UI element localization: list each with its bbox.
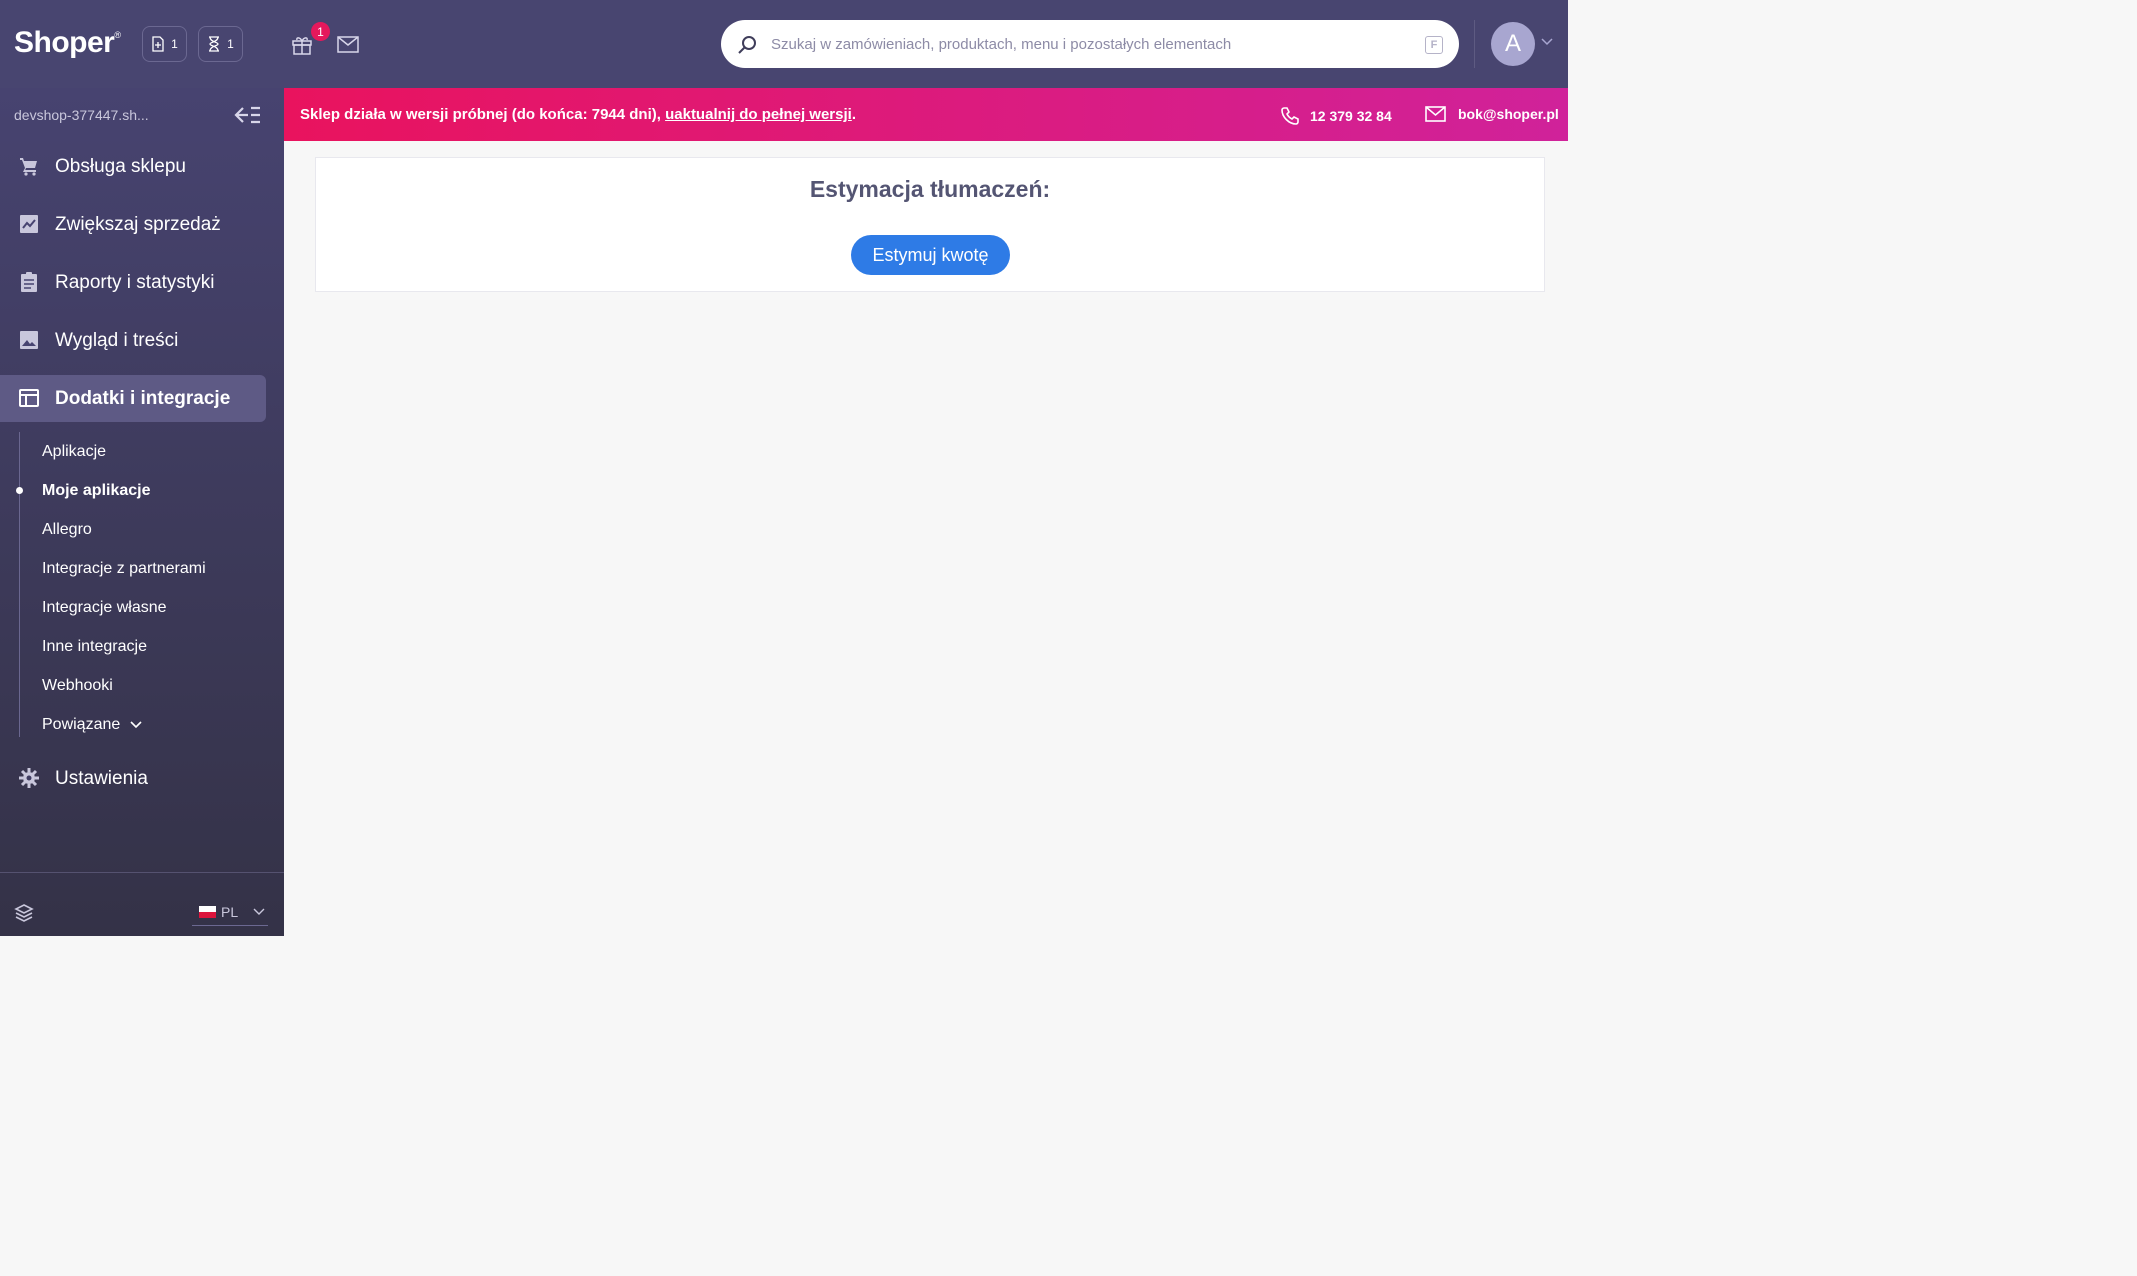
translation-estimate-card: Estymacja tłumaczeń: Estymuj kwotę: [315, 157, 1545, 292]
nav-label: Obsługa sklepu: [55, 155, 186, 177]
submenu-integracje-partnerami[interactable]: Integracje z partnerami: [42, 560, 206, 578]
envelope-icon: [337, 36, 359, 53]
nav-label: Wygląd i treści: [55, 329, 179, 351]
nav-dodatki-integracje[interactable]: Dodatki i integracje: [0, 375, 266, 422]
submenu-inne-integracje[interactable]: Inne integracje: [42, 638, 147, 656]
active-submenu-dot: [16, 487, 23, 494]
window-icon: [19, 389, 39, 407]
submenu-moje-aplikacje[interactable]: Moje aplikacje: [42, 482, 151, 500]
header-divider: [1474, 20, 1475, 68]
submenu-line: [19, 432, 20, 737]
submenu-webhooki[interactable]: Webhooki: [42, 677, 113, 695]
new-orders-button[interactable]: 1: [142, 26, 187, 62]
nav-ustawienia[interactable]: Ustawienia: [0, 755, 266, 802]
gear-icon: [19, 768, 39, 788]
nav-zwiekszaj-sprzedaz[interactable]: Zwiększaj sprzedaż: [0, 201, 266, 248]
user-avatar[interactable]: A: [1491, 22, 1535, 66]
trial-banner: Sklep działa w wersji próbnej (do końca:…: [284, 88, 1568, 141]
logo-registered-mark: ®: [114, 30, 121, 40]
chevron-down-icon[interactable]: [1541, 38, 1553, 46]
global-search: F: [721, 20, 1459, 68]
nav-wyglad[interactable]: Wygląd i treści: [0, 317, 266, 364]
nav-label: Ustawienia: [55, 767, 148, 789]
chart-icon: [20, 215, 38, 233]
page-title: Estymacja tłumaczeń:: [809, 176, 1051, 202]
submenu-powiazane-label: Powiązane: [42, 716, 121, 733]
sidebar-bottom-divider: [0, 872, 284, 873]
language-code: PL: [221, 903, 239, 920]
nav-label: Dodatki i integracje: [55, 387, 231, 409]
nav-obsluga-sklepu[interactable]: Obsługa sklepu: [0, 143, 266, 190]
chevron-down-icon: [253, 908, 265, 915]
trial-message-suffix: .: [851, 106, 856, 123]
shop-name[interactable]: devshop-377447.sh...: [14, 107, 149, 123]
logo-text: Shoper: [14, 26, 115, 59]
image-icon: [20, 331, 38, 349]
clipboard-icon: [21, 272, 37, 292]
envelope-icon: [1425, 106, 1446, 122]
trial-message-text: Sklep działa w wersji próbnej (do końca:…: [300, 106, 666, 123]
gift-icon: [292, 37, 312, 55]
collapse-sidebar-icon[interactable]: [234, 106, 261, 124]
phone-icon: [1281, 107, 1299, 125]
search-input[interactable]: [771, 32, 1391, 56]
support-email-address: bok@shoper.pl: [1458, 106, 1559, 122]
gift-badge: 1: [311, 22, 330, 41]
shoper-logo[interactable]: Shoper®: [14, 26, 121, 60]
submenu-powiazane[interactable]: Powiązane: [42, 716, 142, 734]
language-selector[interactable]: PL: [192, 898, 268, 926]
chevron-down-icon: [130, 721, 142, 729]
estimate-button[interactable]: Estymuj kwotę: [851, 235, 1010, 275]
gift-button[interactable]: [291, 33, 313, 60]
support-email[interactable]: bok@shoper.pl: [1425, 106, 1559, 122]
trial-message: Sklep działa w wersji próbnej (do końca:…: [300, 106, 856, 123]
pending-tasks-button[interactable]: 1: [198, 26, 243, 62]
pending-tasks-count: 1: [227, 37, 234, 51]
nav-label: Raporty i statystyki: [55, 271, 215, 293]
poland-flag-icon: [199, 905, 216, 918]
submenu-integracje-wlasne[interactable]: Integracje własne: [42, 599, 167, 617]
support-phone[interactable]: 12 379 32 84: [1280, 106, 1392, 126]
upgrade-link[interactable]: uaktualnij do pełnej wersji: [665, 106, 852, 123]
layers-icon[interactable]: [14, 903, 34, 923]
submenu-allegro[interactable]: Allegro: [42, 521, 92, 539]
nav-label: Zwiększaj sprzedaż: [55, 213, 221, 235]
top-bar: Shoper® 1 1 1 F A: [0, 0, 1568, 88]
search-icon: [738, 36, 756, 54]
cart-icon: [20, 158, 37, 176]
nav-raporty[interactable]: Raporty i statystyki: [0, 259, 266, 306]
sidebar: devshop-377447.sh... Obsługa sklepu Zwię…: [0, 88, 284, 936]
hourglass-icon: [209, 36, 220, 52]
new-orders-count: 1: [171, 37, 178, 51]
support-phone-number: 12 379 32 84: [1310, 108, 1392, 124]
filter-shortcut-icon[interactable]: F: [1425, 36, 1443, 54]
submenu-aplikacje[interactable]: Aplikacje: [42, 443, 106, 461]
document-plus-icon: [152, 36, 164, 52]
messages-button[interactable]: [337, 36, 359, 58]
